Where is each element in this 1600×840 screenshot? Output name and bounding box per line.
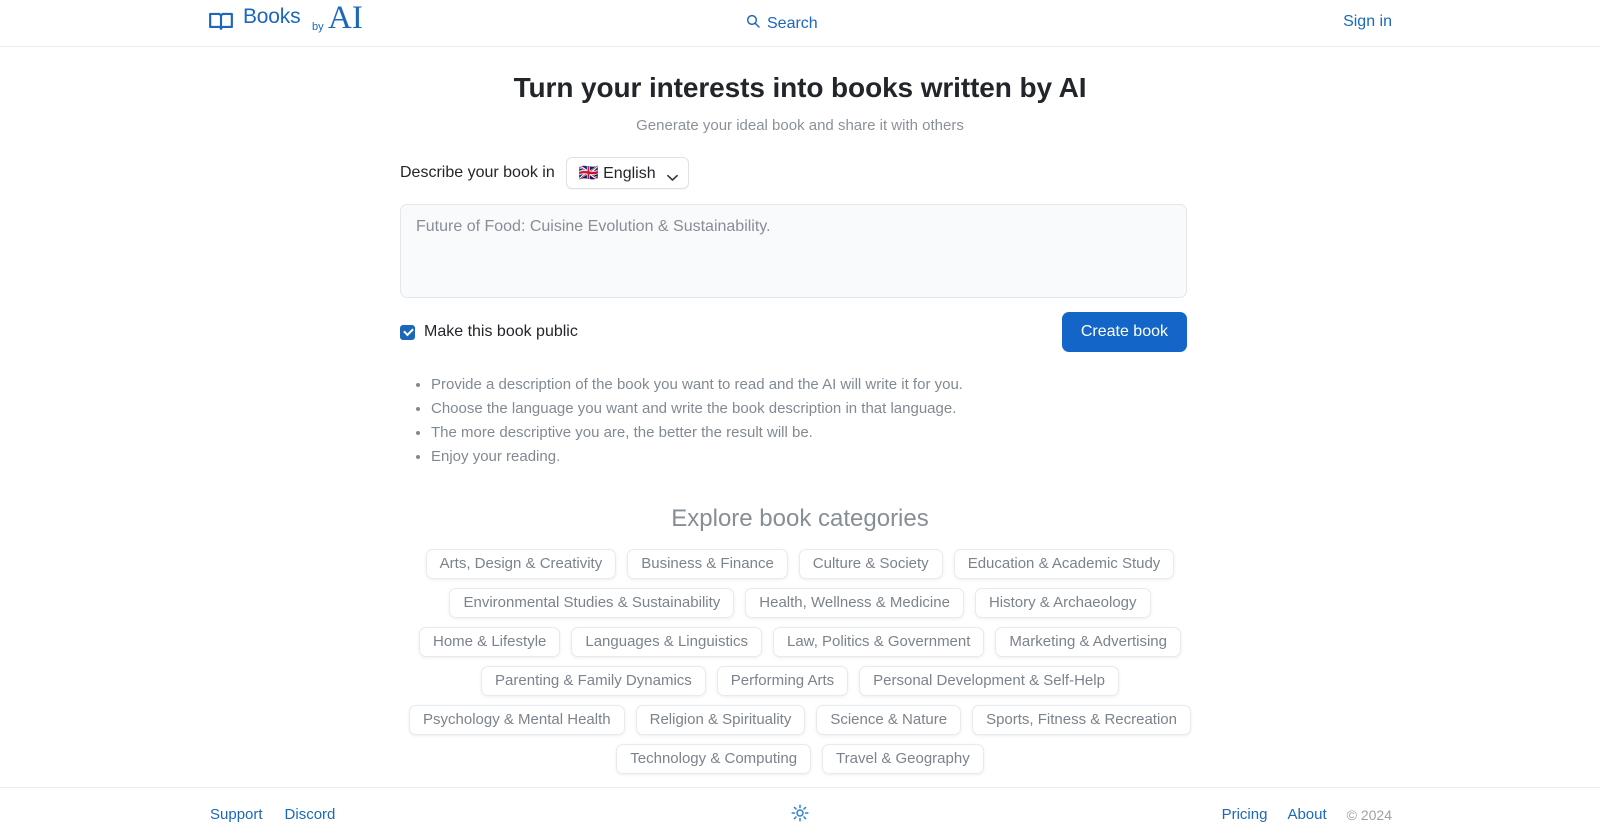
create-book-button[interactable]: Create book bbox=[1061, 312, 1187, 352]
language-select-wrapper: 🇬🇧 English bbox=[565, 157, 689, 189]
category-chip[interactable]: Culture & Society bbox=[798, 549, 943, 579]
category-chip[interactable]: Health, Wellness & Medicine bbox=[745, 588, 964, 618]
category-chip[interactable]: Marketing & Advertising bbox=[995, 627, 1181, 657]
category-chip[interactable]: Languages & Linguistics bbox=[571, 627, 762, 657]
make-public-label[interactable]: Make this book public bbox=[424, 323, 578, 341]
book-create-form: Describe your book in 🇬🇧 English Make th… bbox=[400, 134, 1200, 469]
category-chip[interactable]: Law, Politics & Government bbox=[773, 627, 985, 657]
brand-ai-text: AI bbox=[328, 0, 363, 36]
copyright-text: © 2024 bbox=[1346, 806, 1392, 823]
category-chip[interactable]: History & Archaeology bbox=[974, 588, 1151, 618]
pricing-link[interactable]: Pricing bbox=[1222, 806, 1268, 823]
category-chip[interactable]: Performing Arts bbox=[716, 666, 849, 696]
category-chip[interactable]: Psychology & Mental Health bbox=[409, 705, 625, 735]
brand-wordmark: Books by AI bbox=[243, 2, 363, 44]
search-nav-label: Search bbox=[767, 14, 818, 32]
about-link[interactable]: About bbox=[1287, 806, 1326, 823]
category-chip[interactable]: Business & Finance bbox=[627, 549, 788, 579]
footer-left-links: Support Discord bbox=[210, 806, 335, 823]
language-row: Describe your book in 🇬🇧 English bbox=[400, 156, 1200, 190]
search-icon bbox=[745, 13, 761, 34]
categories-list: Arts, Design & Creativity Business & Fin… bbox=[405, 533, 1195, 774]
featured-books-heading: Featured books bbox=[407, 774, 1194, 787]
site-footer: Support Discord Pricing About © 2024 bbox=[0, 787, 1600, 840]
category-chip[interactable]: Parenting & Family Dynamics bbox=[481, 666, 706, 696]
page-subtitle: Generate your ideal book and share it wi… bbox=[636, 117, 964, 134]
list-item: Provide a description of the book you wa… bbox=[431, 373, 1200, 397]
make-public-checkbox[interactable] bbox=[400, 324, 415, 340]
make-public-group: Make this book public bbox=[400, 323, 578, 341]
support-link[interactable]: Support bbox=[210, 806, 263, 823]
category-chip[interactable]: Environmental Studies & Sustainability bbox=[449, 588, 735, 618]
footer-right-links: Pricing About © 2024 bbox=[1222, 806, 1392, 823]
page-title: Turn your interests into books written b… bbox=[513, 72, 1087, 103]
form-actions: Make this book public Create book bbox=[400, 312, 1187, 352]
main-content: Turn your interests into books written b… bbox=[0, 47, 1600, 787]
sign-in-link[interactable]: Sign in bbox=[1343, 13, 1392, 31]
open-book-icon bbox=[208, 8, 234, 39]
categories-heading: Explore book categories bbox=[671, 505, 929, 532]
search-nav-link[interactable]: Search bbox=[745, 13, 818, 34]
discord-link[interactable]: Discord bbox=[285, 806, 336, 823]
category-chip[interactable]: Home & Lifestyle bbox=[418, 627, 561, 657]
category-chip[interactable]: Education & Academic Study bbox=[953, 549, 1175, 579]
describe-label: Describe your book in bbox=[400, 164, 555, 181]
brand-books-text: Books bbox=[243, 5, 301, 28]
category-chip[interactable]: Technology & Computing bbox=[616, 744, 812, 774]
list-item: Enjoy your reading. bbox=[431, 445, 1200, 469]
sun-icon bbox=[791, 804, 809, 826]
category-chip[interactable]: Travel & Geography bbox=[822, 744, 984, 774]
brand-logo-link[interactable]: Books by AI bbox=[208, 2, 363, 44]
list-item: Choose the language you want and write t… bbox=[431, 397, 1200, 421]
list-item: The more descriptive you are, the better… bbox=[431, 421, 1200, 445]
theme-toggle-button[interactable] bbox=[791, 804, 809, 822]
language-select[interactable]: 🇬🇧 English bbox=[565, 157, 689, 189]
tips-list: Provide a description of the book you wa… bbox=[400, 373, 1200, 469]
category-chip[interactable]: Religion & Spirituality bbox=[635, 705, 806, 735]
category-chip[interactable]: Science & Nature bbox=[816, 705, 962, 735]
brand-by-text: by bbox=[312, 21, 324, 33]
category-chip[interactable]: Sports, Fitness & Recreation bbox=[972, 705, 1191, 735]
site-header: Books by AI Search Sign in bbox=[0, 0, 1600, 47]
book-description-input[interactable] bbox=[400, 204, 1187, 298]
category-chip[interactable]: Personal Development & Self-Help bbox=[859, 666, 1119, 696]
category-chip[interactable]: Arts, Design & Creativity bbox=[425, 549, 617, 579]
